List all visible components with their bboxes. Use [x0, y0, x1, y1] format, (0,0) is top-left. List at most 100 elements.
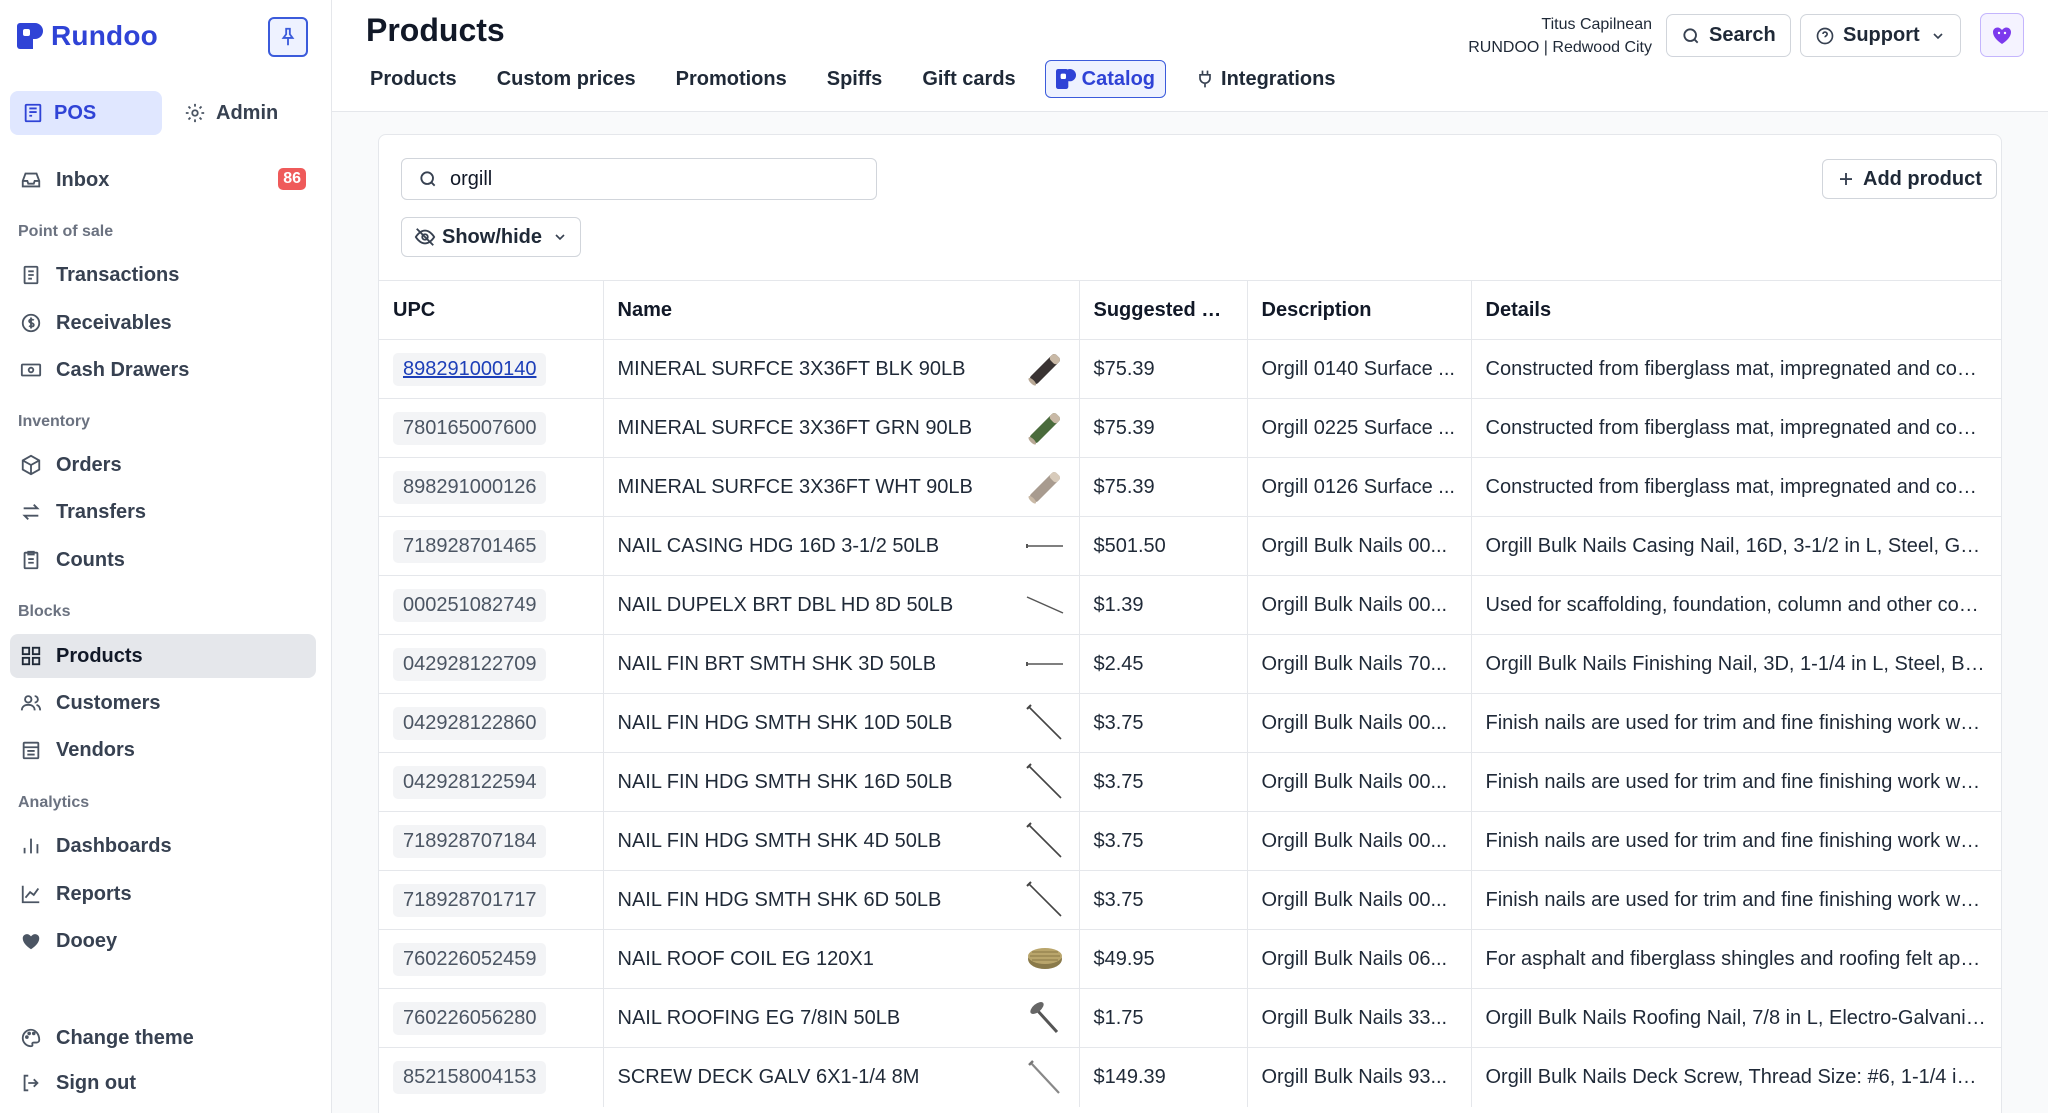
name-cell: SCREW DECK GALV 6X1-1/4 8M	[603, 1047, 1080, 1107]
brand-logo[interactable]: Rundoo	[17, 20, 158, 52]
sidebar-item-reports[interactable]: Reports	[10, 872, 316, 916]
top-bar: Products Products Custom prices Promotio…	[332, 0, 2048, 112]
table-row[interactable]: 780165007600 MINERAL SURFCE 3X36FT GRN 90…	[379, 398, 2001, 458]
table-row[interactable]: 042928122860 NAIL FIN HDG SMTH SHK 10D 50…	[379, 693, 2001, 753]
catalog-search-input[interactable]	[450, 167, 850, 191]
add-product-button[interactable]: Add product	[1822, 159, 1997, 199]
pin-sidebar-button[interactable]	[268, 17, 308, 57]
tab-products[interactable]: Products	[359, 60, 468, 98]
mode-tab-pos[interactable]: POS	[10, 91, 162, 135]
upc-link[interactable]: 898291000140	[393, 352, 547, 386]
product-thumbnail-image[interactable]	[1025, 526, 1065, 566]
column-header-upc[interactable]: UPC	[379, 280, 604, 340]
upc-cell: 718928707184	[379, 811, 604, 871]
upc-link[interactable]: 042928122860	[393, 706, 547, 740]
details-cell: Finish nails are used for trim and fine …	[1471, 752, 2001, 812]
chevron-down-icon	[555, 234, 565, 241]
tab-spiffs[interactable]: Spiffs	[816, 60, 894, 98]
grid-icon	[21, 646, 41, 666]
upc-link[interactable]: 852158004153	[393, 1060, 547, 1094]
product-name: NAIL FIN HDG SMTH SHK 6D 50LB	[617, 888, 942, 911]
name-cell: MINERAL SURFCE 3X36FT BLK 90LB	[603, 339, 1080, 399]
table-row[interactable]: 718928701717 NAIL FIN HDG SMTH SHK 6D 50L…	[379, 870, 2001, 930]
upc-link[interactable]: 000251082749	[393, 588, 547, 622]
product-thumbnail-image[interactable]	[1025, 1057, 1065, 1097]
product-thumbnail-image[interactable]	[1025, 585, 1065, 625]
description-cell: Orgill Bulk Nails 06...	[1247, 929, 1472, 989]
suggested-retail-cell: $501.50	[1079, 516, 1248, 576]
dooey-avatar-button[interactable]	[1980, 13, 2024, 57]
product-thumbnail-image[interactable]	[1025, 644, 1065, 684]
tab-integrations[interactable]: Integrations	[1184, 60, 1346, 98]
upc-link[interactable]: 718928701465	[393, 529, 547, 563]
table-row[interactable]: 760226056280 NAIL ROOFING EG 7/8IN 50LB $1…	[379, 988, 2001, 1048]
description-cell: Orgill Bulk Nails 70...	[1247, 634, 1472, 694]
product-thumbnail-image[interactable]	[1025, 939, 1065, 979]
tab-promotions[interactable]: Promotions	[665, 60, 798, 98]
sidebar-item-dooey[interactable]: Dooey	[10, 919, 316, 963]
sidebar-item-label: Dashboards	[56, 834, 172, 857]
product-thumbnail-image[interactable]	[1025, 408, 1065, 448]
suggested-retail-cell: $3.75	[1079, 870, 1248, 930]
table-row[interactable]: 718928701465 NAIL CASING HDG 16D 3-1/2 50…	[379, 516, 2001, 576]
tab-gift-cards[interactable]: Gift cards	[911, 60, 1026, 98]
upc-link[interactable]: 898291000126	[393, 470, 547, 504]
product-thumbnail-image[interactable]	[1025, 467, 1065, 507]
table-row[interactable]: 042928122594 NAIL FIN HDG SMTH SHK 16D 50…	[379, 752, 2001, 812]
product-thumbnail-image[interactable]	[1025, 762, 1065, 802]
product-thumbnail-image[interactable]	[1025, 880, 1065, 920]
upc-link[interactable]: 760226056280	[393, 1001, 547, 1035]
receipt-icon	[23, 265, 39, 285]
table-row[interactable]: 042928122709 NAIL FIN BRT SMTH SHK 3D 50L…	[379, 634, 2001, 694]
sidebar-item-receivables[interactable]: Receivables	[10, 301, 316, 345]
sidebar-item-dashboards[interactable]: Dashboards	[10, 824, 316, 868]
column-header-description[interactable]: Description	[1247, 280, 1472, 340]
column-header-name[interactable]: Name	[603, 280, 1080, 340]
sidebar-item-inbox[interactable]: Inbox 86	[10, 158, 316, 202]
section-label-analytics: Analytics	[18, 794, 90, 811]
upc-cell: 042928122709	[379, 634, 604, 694]
users-icon	[20, 695, 42, 711]
sidebar-item-products[interactable]: Products	[10, 634, 316, 678]
sidebar-item-transactions[interactable]: Transactions	[10, 253, 316, 297]
sidebar-item-transfers[interactable]: Transfers	[10, 490, 316, 534]
product-thumbnail-image[interactable]	[1025, 821, 1065, 861]
table-row[interactable]: 898291000126 MINERAL SURFCE 3X36FT WHT 90…	[379, 457, 2001, 517]
name-cell: NAIL FIN HDG SMTH SHK 6D 50LB	[603, 870, 1080, 930]
sidebar-item-orders[interactable]: Orders	[10, 443, 316, 487]
show-hide-button[interactable]: Show/hide	[401, 217, 581, 257]
search-button[interactable]: Search	[1666, 14, 1791, 57]
change-theme-button[interactable]: Change theme	[10, 1016, 316, 1060]
tab-catalog[interactable]: Catalog	[1044, 60, 1167, 98]
product-thumbnail-image[interactable]	[1025, 349, 1065, 389]
table-row[interactable]: 898291000140 MINERAL SURFCE 3X36FT BLK 90…	[379, 339, 2001, 399]
support-button[interactable]: Support	[1800, 14, 1961, 57]
product-thumbnail-image[interactable]	[1025, 998, 1065, 1038]
sidebar-item-cash-drawers[interactable]: Cash Drawers	[10, 348, 316, 392]
sidebar-item-vendors[interactable]: Vendors	[10, 728, 316, 772]
upc-link[interactable]: 042928122594	[393, 765, 547, 799]
product-name: NAIL ROOF COIL EG 120X1	[617, 947, 874, 970]
section-label-inventory: Inventory	[18, 413, 91, 430]
catalog-search[interactable]	[401, 158, 877, 200]
product-thumbnail-image[interactable]	[1025, 703, 1065, 743]
mode-tab-admin[interactable]: Admin	[172, 91, 290, 135]
upc-link[interactable]: 718928701717	[393, 883, 547, 917]
table-row[interactable]: 852158004153 SCREW DECK GALV 6X1-1/4 8M $1…	[379, 1047, 2001, 1107]
sidebar-item-counts[interactable]: Counts	[10, 538, 316, 582]
table-row[interactable]: 718928707184 NAIL FIN HDG SMTH SHK 4D 50L…	[379, 811, 2001, 871]
sign-out-button[interactable]: Sign out	[10, 1061, 316, 1105]
upc-link[interactable]: 718928707184	[393, 824, 547, 858]
suggested-retail-cell: $3.75	[1079, 811, 1248, 871]
column-header-suggested-retail[interactable]: Suggested Retail	[1079, 280, 1248, 340]
tab-custom-prices[interactable]: Custom prices	[486, 60, 647, 98]
table-row[interactable]: 000251082749 NAIL DUPELX BRT DBL HD 8D 50…	[379, 575, 2001, 635]
table-row[interactable]: 760226052459 NAIL ROOF COIL EG 120X1 $49.9…	[379, 929, 2001, 989]
sidebar-item-customers[interactable]: Customers	[10, 681, 316, 725]
upc-link[interactable]: 042928122709	[393, 647, 547, 681]
sidebar-item-label: Counts	[56, 548, 125, 571]
upc-link[interactable]: 780165007600	[393, 411, 547, 445]
upc-link[interactable]: 760226052459	[393, 942, 547, 976]
sidebar-item-label: Sign out	[56, 1071, 136, 1094]
column-header-details[interactable]: Details	[1471, 280, 2001, 340]
